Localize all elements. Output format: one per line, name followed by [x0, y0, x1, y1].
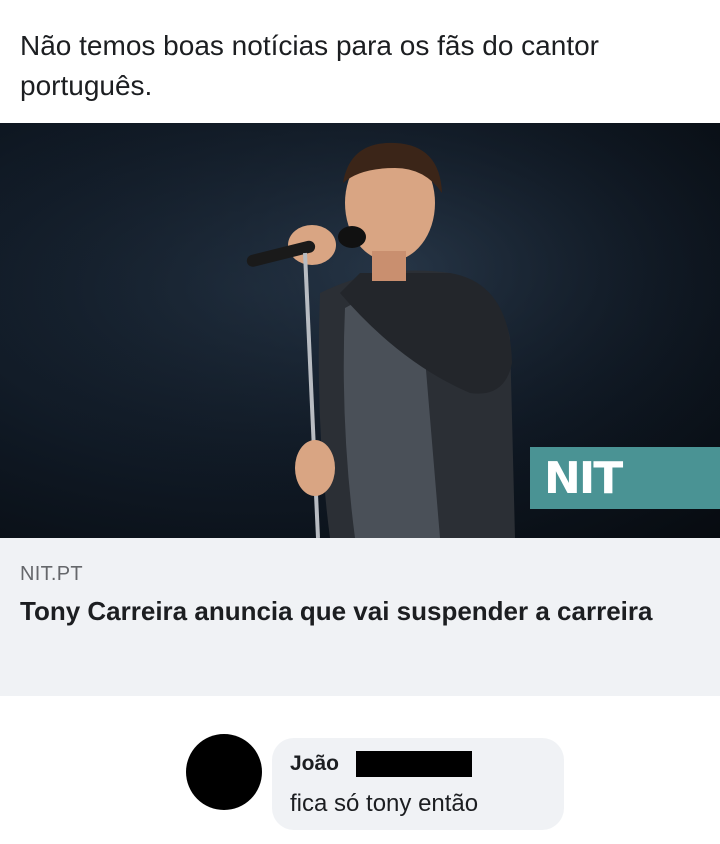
link-preview-image[interactable]: NIT [0, 123, 720, 538]
link-domain: NIT.PT [20, 563, 83, 585]
post-text: Não temos boas notícias para os fãs do c… [20, 30, 599, 101]
nit-watermark: NIT [530, 447, 720, 509]
redaction-bar [356, 751, 472, 777]
link-preview-meta[interactable]: NIT.PT Tony Carreira anuncia que vai sus… [0, 538, 720, 696]
comment-author[interactable]: João [290, 752, 339, 776]
link-title[interactable]: Tony Carreira anuncia que vai suspender … [20, 592, 700, 630]
comment-text: fica só tony então [290, 790, 479, 817]
nit-logo-text: NIT [544, 452, 623, 504]
comment-bubble: João fica só tony então [272, 738, 564, 830]
commenter-avatar[interactable] [186, 734, 262, 810]
